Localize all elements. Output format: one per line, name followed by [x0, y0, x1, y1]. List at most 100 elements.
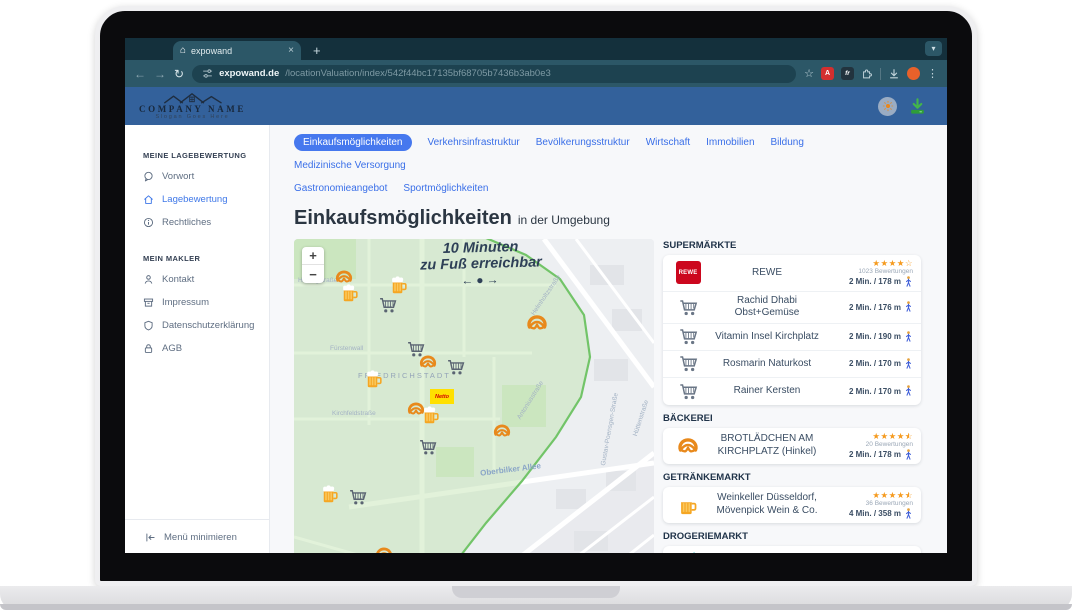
zoom-out-button[interactable]: −	[302, 265, 324, 283]
sidebar-section-label: MEIN MAKLER	[143, 254, 263, 263]
walking-distance-icon	[904, 358, 913, 370]
review-count: 20 Bewertungen	[827, 441, 913, 449]
list-item[interactable]: dm-drogerie markt 5 Min. / 452 m	[663, 546, 921, 553]
map-marker-beer[interactable]	[364, 369, 384, 389]
section-header-supermaerkte: SUPERMÄRKTE	[663, 240, 921, 251]
sidebar-item-lagebewertung[interactable]: Lagebewertung	[143, 194, 263, 205]
rooftops-icon	[161, 92, 223, 104]
map-marker-beer[interactable]	[421, 405, 441, 425]
sun-icon	[882, 100, 894, 112]
toothbrush-icon	[680, 551, 697, 553]
back-icon[interactable]: ←	[134, 68, 146, 80]
distance-text: 2 Min. / 170 m	[849, 387, 901, 397]
sidebar-item-label: Kontakt	[162, 274, 194, 285]
sidebar-item-agb[interactable]: AGB	[143, 343, 263, 354]
place-name: Weinkeller Düsseldorf, Mövenpick Wein & …	[707, 492, 827, 517]
sidebar-item-kontakt[interactable]: Kontakt	[143, 274, 263, 285]
collapse-left-icon	[145, 532, 156, 543]
reload-icon[interactable]: ↻	[174, 68, 184, 80]
category-tabs-row-2: Gastronomieangebot Sportmöglichkeiten	[294, 180, 921, 197]
window-chevron-icon[interactable]: ▾	[925, 41, 942, 56]
fr-extension-icon[interactable]: fr	[841, 67, 854, 80]
company-name: COMPANY NAME	[139, 105, 246, 115]
page-subtitle: in der Umgebung	[518, 213, 610, 227]
browser-tab[interactable]: ⌂ expowand ×	[173, 41, 301, 60]
extensions-puzzle-icon[interactable]	[861, 68, 873, 80]
list-item-rewe[interactable]: REWE REWE ★★★★☆ 1023 Bewertungen 2 Min. …	[663, 255, 921, 292]
tab-gastronomieangebot[interactable]: Gastronomieangebot	[294, 180, 387, 197]
results-panel: SUPERMÄRKTE REWE REWE ★★★★☆ 1023 Bewertu…	[663, 239, 921, 553]
sidebar-item-rechtliches[interactable]: Rechtliches	[143, 217, 263, 228]
tab-verkehrsinfrastruktur[interactable]: Verkehrsinfrastruktur	[428, 134, 520, 151]
walking-distance-icon	[904, 508, 913, 520]
laptop-notch	[452, 586, 620, 598]
tab-medizinische-versorgung[interactable]: Medizinische Versorgung	[294, 157, 406, 174]
map-marker-cart[interactable]	[348, 487, 368, 507]
map-marker-pretzel[interactable]	[374, 544, 394, 553]
map-marker-beer[interactable]	[389, 275, 409, 295]
sidebar-item-label: AGB	[162, 343, 182, 354]
speech-bubble-icon	[143, 171, 154, 182]
list-item[interactable]: Rosmarin Naturkost 2 Min. / 170 m	[663, 351, 921, 378]
tab-einkaufsmoeglichkeiten[interactable]: Einkaufsmöglichkeiten	[294, 134, 412, 151]
site-header: COMPANY NAME Slogan Goes Here	[125, 87, 947, 125]
place-name: Rosmarin Naturkost	[707, 358, 827, 371]
tab-immobilien[interactable]: Immobilien	[706, 134, 754, 151]
tab-bevoelkerungsstruktur[interactable]: Bevölkerungsstruktur	[536, 134, 630, 151]
list-item[interactable]: Rainer Kersten 2 Min. / 170 m	[663, 378, 921, 405]
profile-avatar[interactable]	[907, 67, 920, 80]
map-marker-pretzel[interactable]	[525, 311, 549, 335]
map-marker-beer[interactable]	[340, 283, 360, 303]
downloads-icon[interactable]	[888, 68, 900, 80]
overflow-menu-icon[interactable]: ⋮	[927, 67, 938, 80]
map-zoom-control: + −	[302, 247, 324, 283]
browser-window: ⌂ expowand × + ▾ ← → ↻ expowand.de /loca…	[125, 38, 947, 553]
walking-distance-icon	[904, 331, 913, 343]
sidebar-section-label: MEINE LAGEBEWERTUNG	[143, 151, 263, 160]
map-marker-netto[interactable]: Netto	[430, 389, 454, 404]
map-marker-pretzel[interactable]	[492, 421, 512, 441]
list-item[interactable]: Weinkeller Düsseldorf, Mövenpick Wein & …	[663, 487, 921, 523]
toolbar-divider	[880, 68, 881, 80]
sidebar-minimize-button[interactable]: Menü minimieren	[125, 519, 269, 545]
map-marker-cart[interactable]	[418, 437, 438, 457]
cart-icon	[678, 354, 699, 373]
theme-toggle[interactable]	[878, 97, 897, 116]
map[interactable]: Herzogstraße Fürstenwall FRIEDRICHSTADT …	[294, 239, 654, 553]
map-marker-cart[interactable]	[406, 339, 426, 359]
tab-sportmoeglichkeiten[interactable]: Sportmöglichkeiten	[403, 180, 488, 197]
lock-icon	[143, 343, 154, 354]
download-report-icon[interactable]	[908, 97, 927, 116]
tab-close-icon[interactable]: ×	[288, 46, 294, 56]
section-header-drogeriemarkt: DROGERIEMARKT	[663, 531, 921, 542]
map-marker-cart[interactable]	[446, 357, 466, 377]
sidebar-item-impressum[interactable]: Impressum	[143, 297, 263, 308]
url-bar[interactable]: expowand.de /locationValuation/index/542…	[192, 65, 796, 83]
new-tab-button[interactable]: +	[313, 44, 321, 57]
rating-stars: ★★★★☆	[827, 258, 913, 268]
zoom-in-button[interactable]: +	[302, 247, 324, 265]
main-content: Einkaufsmöglichkeiten Verkehrsinfrastruk…	[270, 125, 947, 553]
site-info-icon[interactable]	[202, 68, 213, 79]
company-logo[interactable]: COMPANY NAME Slogan Goes Here	[139, 92, 246, 121]
cart-icon	[678, 382, 699, 401]
info-icon	[143, 217, 154, 228]
list-item[interactable]: BROTLÄDCHEN AM KIRCHPLATZ (Hinkel) ★★★★☆…	[663, 428, 921, 464]
url-path: /locationValuation/index/542f44bc17135bf…	[285, 68, 551, 79]
browser-toolbar: ← → ↻ expowand.de /locationValuation/ind…	[125, 60, 947, 87]
pdf-extension-icon[interactable]: A	[821, 67, 834, 80]
tab-wirtschaft[interactable]: Wirtschaft	[646, 134, 690, 151]
rating-stars: ★★★★☆★	[827, 431, 913, 441]
map-marker-cart[interactable]	[378, 295, 398, 315]
sidebar-item-label: Lagebewertung	[162, 194, 228, 205]
sidebar-item-vorwort[interactable]: Vorwort	[143, 171, 263, 182]
forward-icon[interactable]: →	[154, 68, 166, 80]
walking-distance-icon	[904, 276, 913, 288]
map-marker-beer[interactable]	[320, 484, 340, 504]
bookmark-star-icon[interactable]: ☆	[804, 67, 814, 80]
walking-distance-icon	[904, 301, 913, 313]
sidebar-item-datenschutz[interactable]: Datenschutzerklärung	[143, 320, 263, 331]
list-item[interactable]: Rachid Dhabi Obst+Gemüse 2 Min. / 176 m	[663, 292, 921, 324]
tab-bildung[interactable]: Bildung	[771, 134, 804, 151]
list-item[interactable]: Vitamin Insel Kirchplatz 2 Min. / 190 m	[663, 324, 921, 351]
